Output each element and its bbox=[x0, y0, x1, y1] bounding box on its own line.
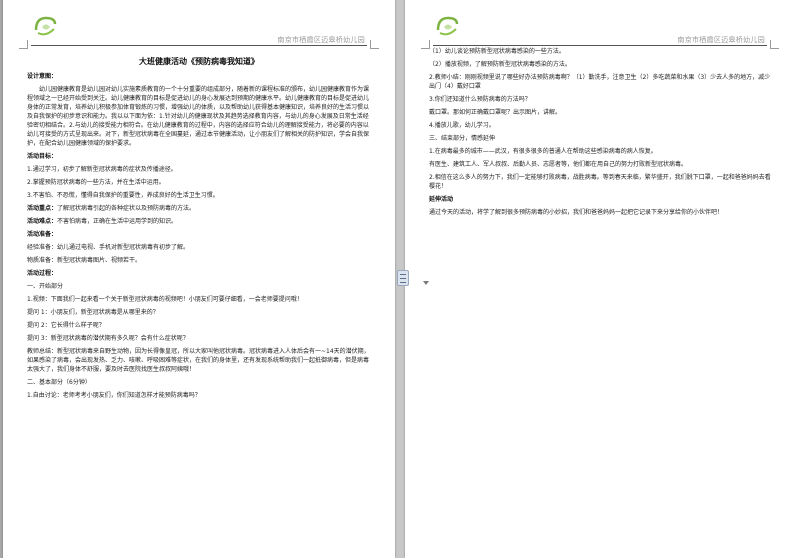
process-item: 提问 2：它长得什么样子呢？ bbox=[27, 322, 105, 329]
key-point-line: 活动重点：了解冠状病毒引起的各种症状以及预防病毒的方法。 bbox=[27, 204, 371, 213]
body-line: （1）幼儿谈论预防新型冠状病毒感染的一些方法。 bbox=[429, 48, 565, 55]
body-line: 有医生、建筑工人、军人叔叔、后勤人员、志愿者等，他们都在用自己的努力打败新型冠状… bbox=[429, 161, 688, 168]
part-heading: 二、基本部分（6分钟） bbox=[27, 379, 91, 386]
process-item: 教师总结：新型冠状病毒来自野生动物，因为长得像皇冠，所以大家叫他冠状病毒。冠状病… bbox=[27, 348, 370, 373]
body-line: 1.在病毒最多的城市——武汉，有很多很多的普通人在帮助这些感染病毒的病人恢复。 bbox=[429, 148, 657, 155]
process-item: 1.自由讨论：老师考考小朋友们，你们知道怎样才能预防病毒吗？ bbox=[27, 392, 201, 399]
extension-text: 通过今天的活动，将学了解到很多预防病毒的小妙招，我们和爸爸妈妈一起把它记录下来分… bbox=[429, 209, 724, 216]
section-heading-key: 活动重点： bbox=[27, 205, 58, 212]
body-line: （2）播放视频，了解预防新型冠状病毒感染的方法。 bbox=[429, 61, 571, 68]
prep-item: 经验准备：幼儿通过电视、手机对新型冠状病毒有初步了解。 bbox=[27, 244, 190, 251]
crop-mark bbox=[770, 40, 779, 49]
difficulty-line: 活动难点：不害怕病毒，正确在生活中运用学到的知识。 bbox=[27, 217, 371, 226]
key-point-text: 了解冠状病毒引起的各种症状以及预防病毒的方法。 bbox=[57, 205, 196, 212]
goal-item: 3.不害怕、不恐慌，懂得自我保护的重要性，养成良好的生活卫生习惯。 bbox=[27, 192, 219, 199]
section-heading-prep: 活动准备： bbox=[27, 231, 58, 238]
goal-item: 2.掌握预防冠状病毒的一些方法，并在生活中运用。 bbox=[27, 179, 165, 186]
page-1-body: 大班健康活动《预防病毒我知道》 设计意图： 幼儿园健康教育是幼儿园对幼儿实施素质… bbox=[27, 57, 371, 404]
difficulty-text: 不害怕病毒，正确在生活中运用学到的知识。 bbox=[57, 218, 178, 225]
section-heading-difficulty: 活动难点： bbox=[27, 218, 58, 225]
document-page-1: 南京市栖霞区迈皋桥幼儿园 大班健康活动《预防病毒我知道》 设计意图： 幼儿园健康… bbox=[3, 0, 395, 558]
body-line: 2.教师小结：刚刚视频里说了哪些好办法预防病毒啊？（1）勤洗手，注意卫生（2）多… bbox=[429, 74, 771, 90]
part-heading: 一、开始部分 bbox=[27, 283, 64, 290]
page-2-body: （1）幼儿谈论预防新型冠状病毒感染的一些方法。 （2）播放视频，了解预防新型冠状… bbox=[429, 47, 771, 221]
crop-mark bbox=[370, 40, 379, 49]
section-heading-process: 活动过程： bbox=[27, 270, 58, 277]
body-line: 4.播放儿歌，幼儿学习。 bbox=[429, 122, 495, 129]
section-heading-goals: 活动目标： bbox=[27, 153, 58, 160]
prep-item: 物质准备：新型冠状病毒图片、视频若干。 bbox=[27, 257, 142, 264]
document-title: 大班健康活动《预防病毒我知道》 bbox=[139, 57, 259, 66]
body-line: 2.相信在这么多人的努力下，我们一定能够打败病毒，战胜病毒。等到春天来临，繁华盛… bbox=[429, 174, 771, 190]
body-line: 戴口罩。那如何正确戴口罩呢？出示图片，讲解。 bbox=[429, 109, 562, 116]
header-rule bbox=[433, 45, 767, 46]
process-item: 提问 1：小朋友们，新型冠状病毒是从哪里来的？ bbox=[27, 309, 159, 316]
design-paragraph: 幼儿园健康教育是幼儿园对幼儿实施素质教育的一个十分重要的组成部分，随着新的课程标… bbox=[27, 86, 370, 147]
section-heading-design: 设计意图： bbox=[27, 73, 58, 80]
process-item: 1.视频：下面我们一起来看一个关于新型冠状病毒的视频吧！小朋友们可要仔细看，一会… bbox=[27, 296, 303, 303]
section-heading-extension: 延伸活动 bbox=[429, 196, 454, 203]
header-school-name: 南京市栖霞区迈皋桥幼儿园 bbox=[277, 36, 365, 44]
document-page-2: 南京市栖霞区迈皋桥幼儿园 （1）幼儿谈论预防新型冠状病毒感染的一些方法。 （2）… bbox=[405, 0, 795, 558]
body-line: 三、结束部分，情感延伸 bbox=[429, 135, 496, 142]
header-rule bbox=[31, 45, 367, 46]
goal-item: 1.通过学习，初步了解新型冠状病毒的症状及传播途径。 bbox=[27, 166, 177, 173]
chevron-down-icon[interactable] bbox=[423, 281, 429, 285]
header-school-name: 南京市栖霞区迈皋桥幼儿园 bbox=[677, 36, 765, 44]
school-logo-icon bbox=[34, 16, 57, 36]
split-view-handle-icon[interactable] bbox=[397, 270, 409, 286]
process-item: 提问 3：新型冠状病毒的潜伏期有多久呢？会有什么症状呢？ bbox=[27, 335, 189, 342]
school-logo-icon bbox=[436, 16, 459, 36]
crop-mark bbox=[19, 40, 28, 49]
body-line: 3.你们还知道什么预防病毒的方法吗？ bbox=[429, 96, 531, 103]
